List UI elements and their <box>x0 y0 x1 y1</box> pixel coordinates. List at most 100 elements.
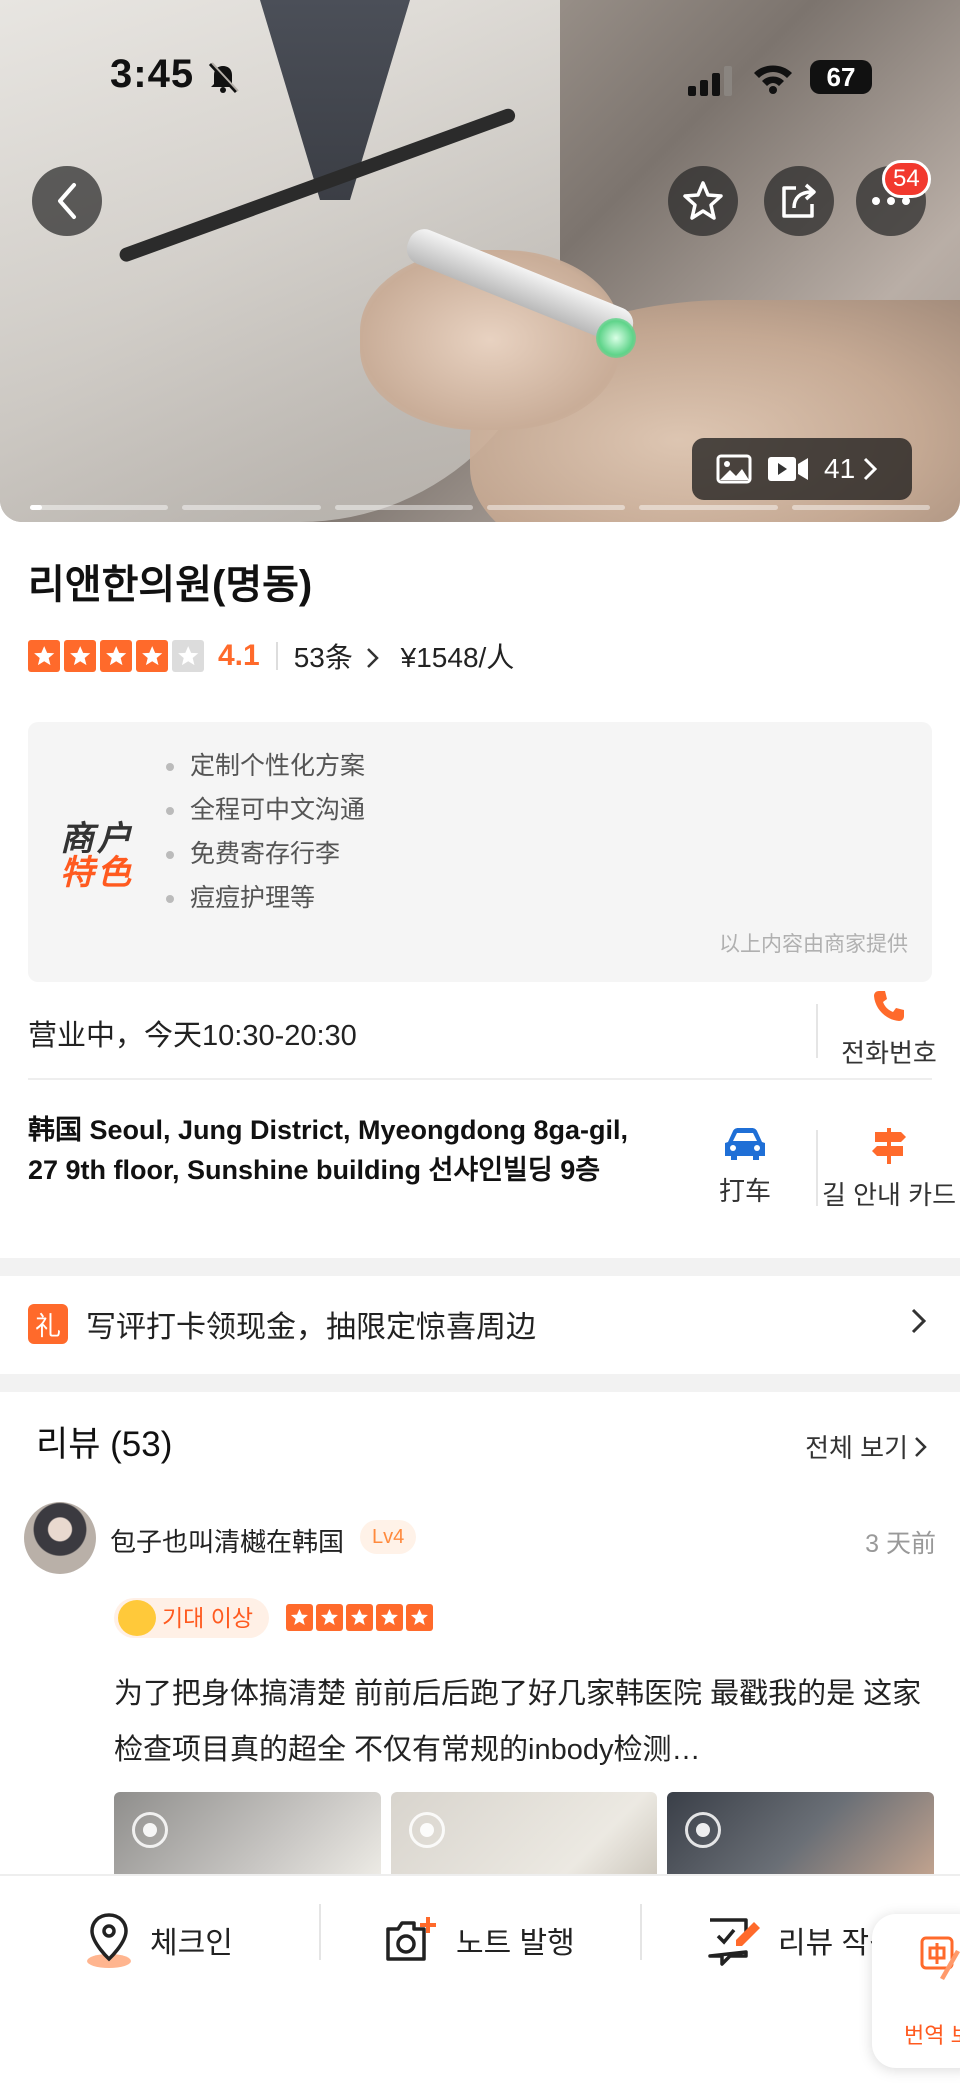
rating-row: 4.1 53条 ¥1548/人 <box>28 636 514 676</box>
review-photo[interactable] <box>114 1792 381 1876</box>
star-filled-icon <box>346 1604 373 1631</box>
share-icon <box>782 183 816 218</box>
chevron-right-icon <box>915 1436 927 1457</box>
logo-line1: 商户 <box>60 820 134 858</box>
car-icon <box>725 1128 765 1160</box>
chevron-right-icon <box>864 457 878 481</box>
slide-dot <box>182 505 321 510</box>
slide-progress <box>30 505 930 510</box>
signal-icon <box>688 66 732 96</box>
write-review-button[interactable]: 리뷰 작성 <box>706 1910 897 1970</box>
translate-button[interactable]: 번역 보기 <box>872 1914 960 2068</box>
review-count: 53条 <box>293 642 353 673</box>
slide-dot <box>639 505 778 510</box>
media-count: 41 <box>824 453 856 484</box>
rating-stars <box>28 640 204 672</box>
live-photo-icon <box>408 1812 445 1848</box>
video-icon <box>768 457 808 481</box>
merchant-feature-logo: 商户 特色 <box>60 822 170 890</box>
hero-photo-glow <box>596 318 636 358</box>
divider <box>319 1904 321 1960</box>
taxi-label: 打车 <box>718 1176 771 1206</box>
star-empty-icon <box>172 640 204 672</box>
logo-line2: 特色 <box>60 854 134 892</box>
feature-note: 以上内容由商家提供 <box>719 933 908 956</box>
rating-score: 4.1 <box>218 639 260 672</box>
shop-name: 리앤한의원(명동) <box>28 563 313 607</box>
bell-muted-icon <box>208 62 239 94</box>
battery-level: 67 <box>810 60 872 94</box>
slide-dot <box>791 505 930 510</box>
image-icon <box>716 454 752 484</box>
review-photo[interactable] <box>390 1792 658 1876</box>
checkin-button[interactable]: 체크인 <box>84 1910 233 1970</box>
phone-icon <box>874 991 904 1021</box>
star-filled-icon <box>28 640 60 672</box>
user-level-badge: Lv4 <box>360 1520 417 1554</box>
feature-item: 痘痘护理等 <box>165 876 365 920</box>
review-tag-label: 기대 이상 <box>162 1605 254 1631</box>
reviews-header: 리뷰 (53) <box>36 1425 173 1464</box>
bottom-action-bar: 체크인 노트 발행 리뷰 작성 <box>0 1874 960 2087</box>
section-separator <box>0 1374 960 1392</box>
edit-review-icon <box>708 1918 760 1966</box>
feature-item: 全程可中文沟通 <box>165 788 365 832</box>
publish-note-label: 노트 발행 <box>456 1927 575 1960</box>
chevron-right-icon <box>911 1308 927 1334</box>
camera-plus-icon <box>386 1917 436 1961</box>
section-separator <box>0 1258 960 1276</box>
favorite-button[interactable] <box>668 166 738 236</box>
star-filled-icon <box>64 640 96 672</box>
back-button[interactable] <box>32 166 102 236</box>
merchant-features: 商户 特色 定制个性化方案 全程可中文沟通 免费寄存行李 痘痘护理等 以上内容由… <box>28 722 932 982</box>
divider <box>28 1078 932 1080</box>
review-text[interactable]: 为了把身体搞清楚 前前后后跑了好几家韩医院 最戳我的是 这家检查项目真的超全 不… <box>114 1666 934 1778</box>
review-tag: 기대 이상 <box>114 1598 270 1638</box>
star-filled-icon <box>376 1604 403 1631</box>
notification-badge: 54 <box>882 160 931 198</box>
direction-card-label: 길 안내 카드 <box>821 1180 957 1210</box>
star-filled-icon <box>286 1604 313 1631</box>
view-all-reviews-link[interactable]: 전체 보기 <box>805 1428 928 1465</box>
wifi-icon <box>754 65 792 94</box>
review-username[interactable]: 包子也叫清樾在韩国 <box>110 1522 344 1559</box>
translate-label: 번역 보기 <box>904 2023 960 2048</box>
phone-label: 전화번호 <box>841 1038 937 1068</box>
star-filled-icon <box>406 1604 433 1631</box>
slide-dot <box>30 505 169 510</box>
taxi-button[interactable]: 打车 <box>700 1126 790 1208</box>
slide-dot <box>334 505 473 510</box>
star-filled-icon <box>100 640 132 672</box>
divider <box>275 642 278 670</box>
gift-icon: 礼 <box>28 1304 68 1344</box>
review-photos <box>114 1792 934 1876</box>
feature-list: 定制个性化方案 全程可中文沟通 免费寄存行李 痘痘护理等 <box>165 744 365 920</box>
share-button[interactable] <box>764 166 834 236</box>
avatar[interactable] <box>24 1502 96 1574</box>
star-outline-icon <box>683 181 723 220</box>
review-time: 3 天前 <box>865 1530 936 1558</box>
promo-text: 写评打卡领现金，抽限定惊喜周边 <box>86 1311 536 1344</box>
phone-button[interactable]: 전화번호 <box>818 988 960 1070</box>
price-per-person: ¥1548/人 <box>400 642 515 673</box>
view-all-label: 전체 보기 <box>805 1433 908 1463</box>
chevron-left-icon <box>58 183 76 219</box>
business-hours: 营业中，今天10:30-20:30 <box>28 1020 357 1052</box>
review-count-link[interactable]: 53条 <box>294 636 381 676</box>
feature-item: 免费寄存行李 <box>165 832 365 876</box>
star-filled-icon <box>136 640 168 672</box>
chevron-right-icon <box>366 648 379 668</box>
media-count-pill[interactable]: 41 <box>692 438 912 500</box>
review-photo[interactable] <box>667 1792 934 1876</box>
checkin-label: 체크인 <box>150 1927 233 1960</box>
feature-item: 定制个性化方案 <box>165 744 365 788</box>
publish-note-button[interactable]: 노트 발행 <box>384 1910 575 1970</box>
slide-dot <box>486 505 626 510</box>
direction-card-button[interactable]: 길 안내 카드 <box>818 1126 960 1212</box>
signpost-icon <box>872 1128 906 1164</box>
location-pin-icon <box>87 1913 131 1968</box>
status-bar: 3:45 67 <box>0 52 960 102</box>
review-promo-banner[interactable]: 礼 写评打卡领现金，抽限定惊喜周边 <box>0 1276 960 1372</box>
address[interactable]: 韩国 Seoul, Jung District, Myeongdong 8ga-… <box>28 1110 648 1190</box>
translate-icon <box>920 1936 960 1980</box>
